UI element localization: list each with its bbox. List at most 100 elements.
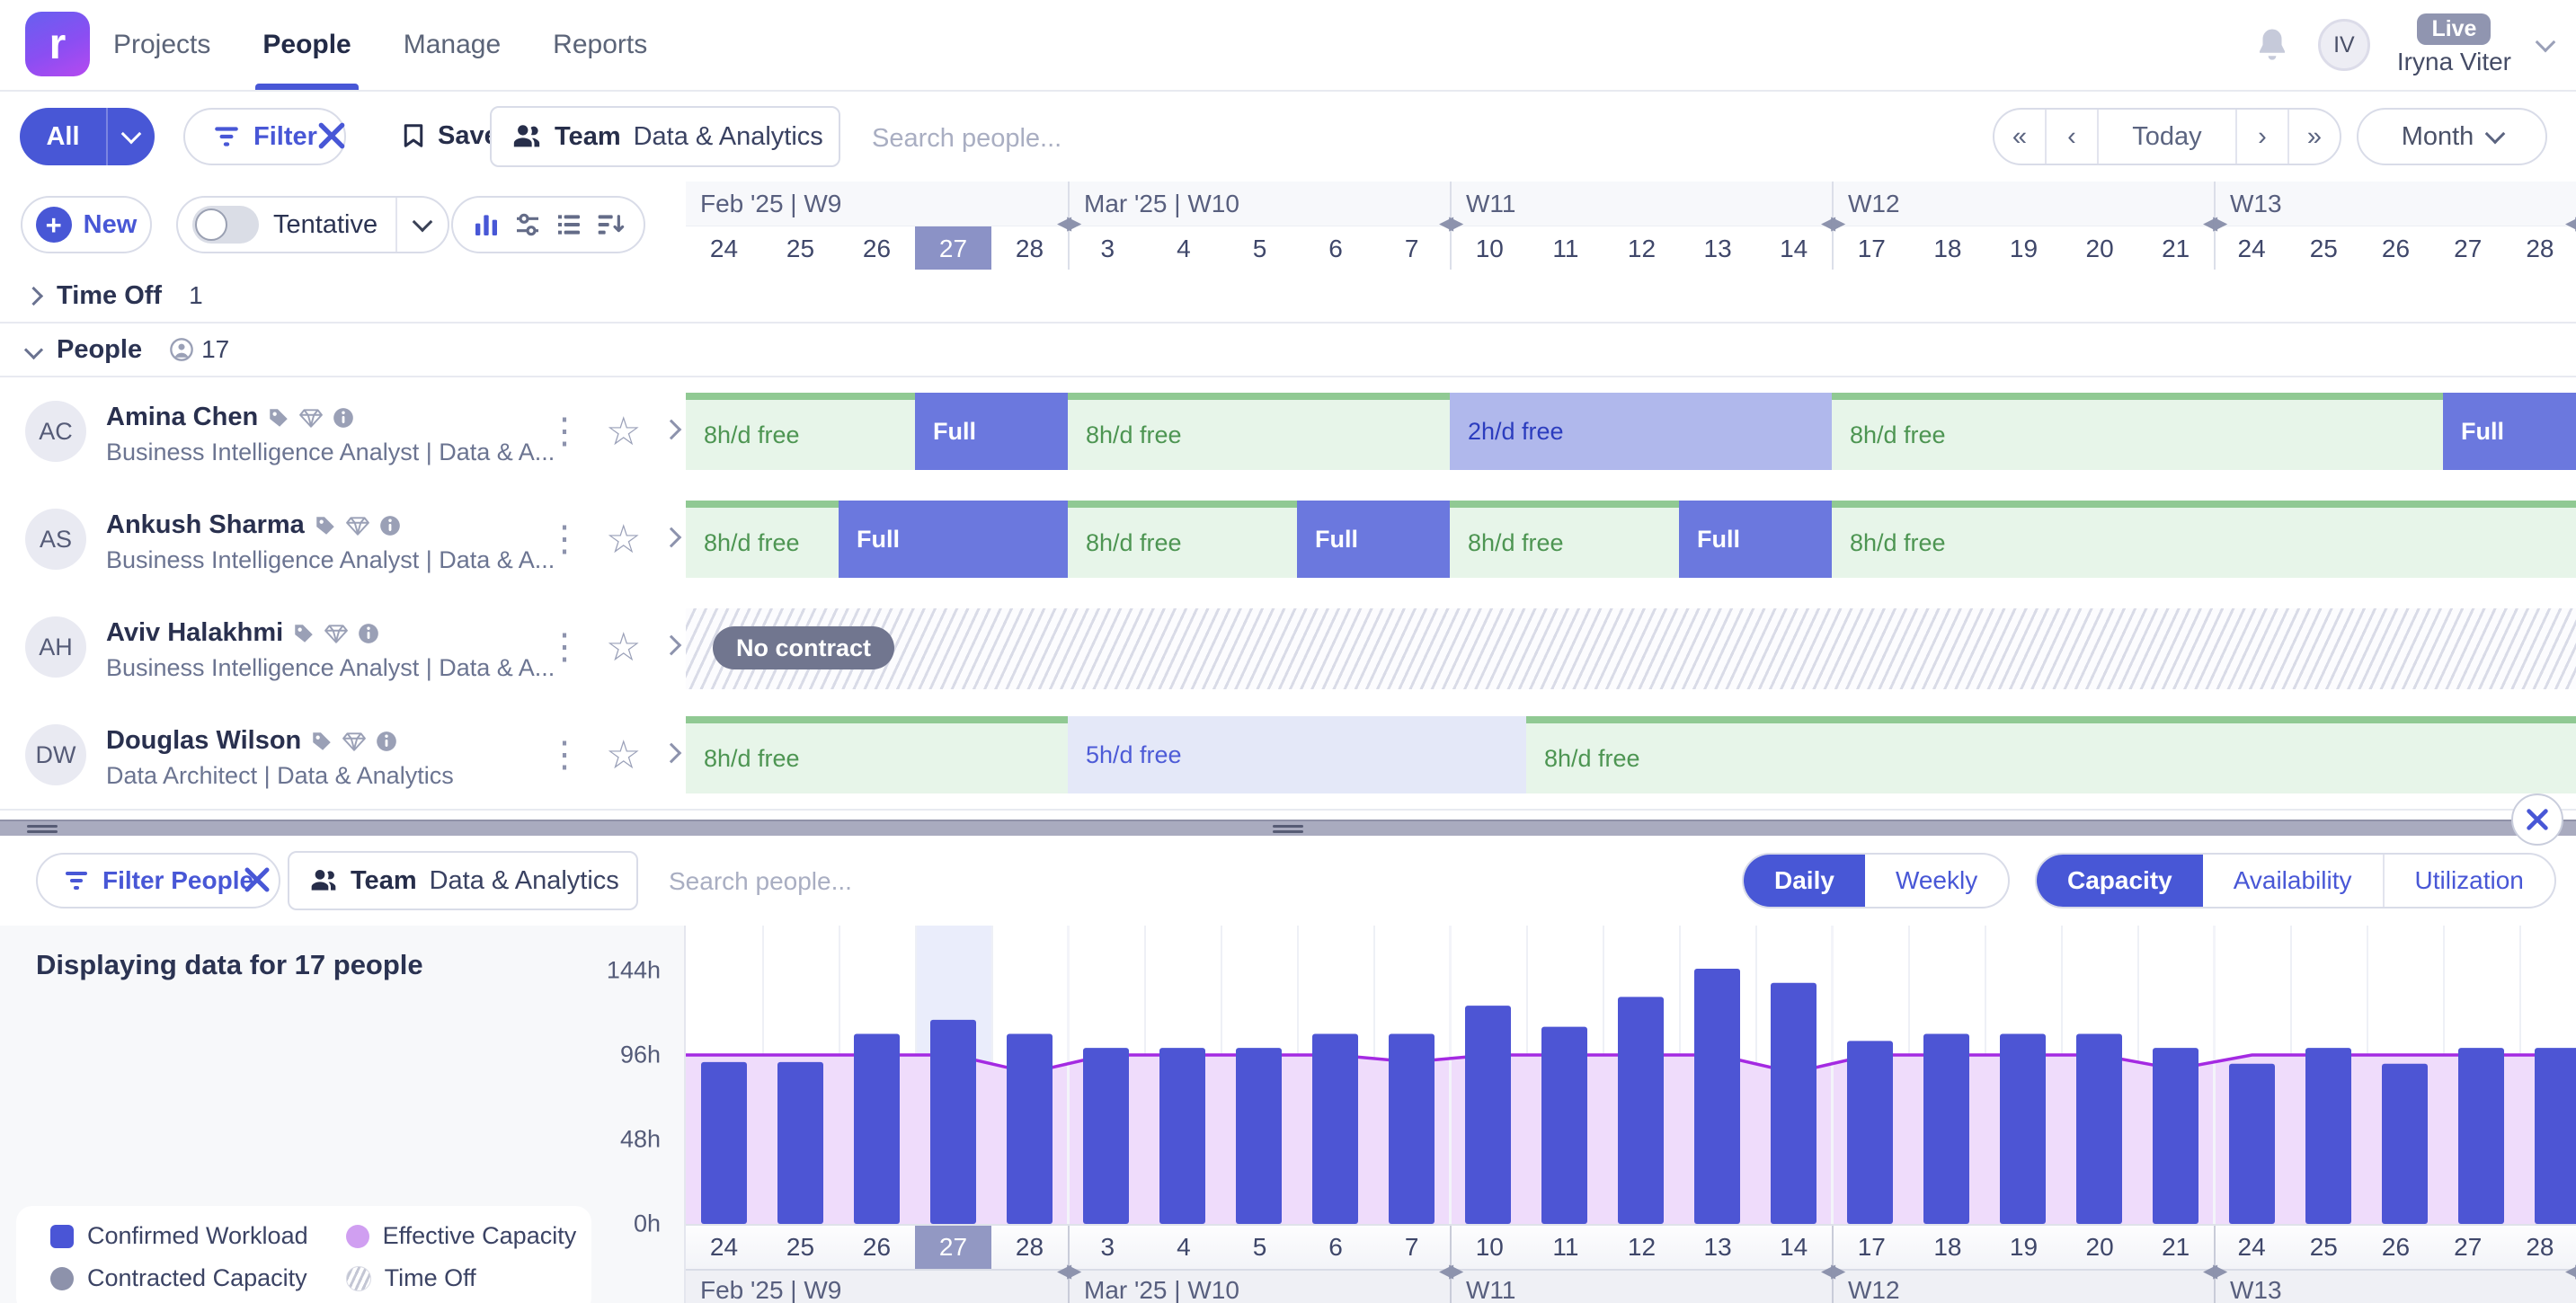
day-cell[interactable]: 4 [1146,226,1222,270]
team-filter-chip[interactable]: Team Data & Analytics [490,106,840,167]
kebab-menu-icon[interactable]: ⋮ [546,626,582,668]
day-cell[interactable]: 5 [1221,226,1298,270]
day-cell[interactable]: 17 [1834,226,1910,270]
clear-filter-icon[interactable] [316,120,347,151]
day-cell[interactable]: 20 [2062,1226,2138,1269]
workload-bar[interactable] [1312,1034,1358,1224]
workload-bar[interactable] [930,1020,976,1224]
workload-bar[interactable] [2535,1048,2576,1224]
star-icon[interactable]: ☆ [606,409,641,455]
workload-bar[interactable] [777,1062,823,1224]
day-cell[interactable]: 27 [915,226,991,270]
day-cell[interactable]: 24 [686,226,762,270]
availability-segment[interactable]: 8h/d free [1832,501,2576,578]
section-row-people[interactable]: People 17 [0,324,2576,377]
workload-bar[interactable] [1923,1034,1969,1224]
workload-bar[interactable] [1618,997,1664,1224]
nav-item-reports[interactable]: Reports [553,0,647,90]
fast-forward-button[interactable]: » [2289,110,2340,164]
availability-segment[interactable]: Full [1679,501,1832,578]
day-cell[interactable]: 27 [2432,226,2504,270]
person-name[interactable]: Aviv Halakhmi [106,618,283,648]
workload-bar[interactable] [1389,1034,1435,1224]
day-cell[interactable]: 12 [1603,1226,1680,1269]
day-cell[interactable]: 13 [1680,1226,1756,1269]
all-filter-button[interactable]: All [20,108,155,165]
workload-bar[interactable] [2305,1048,2351,1224]
kebab-menu-icon[interactable]: ⋮ [546,411,582,452]
search-input[interactable] [870,110,1260,167]
sliders-icon[interactable] [513,210,542,239]
star-icon[interactable]: ☆ [606,732,641,778]
week-resize-arrows-icon[interactable]: ◀▶ [1057,1260,1077,1282]
forward-button[interactable]: › [2237,110,2289,164]
week-resize-arrows-icon[interactable]: ◀▶ [2203,1260,2223,1282]
clear-filter-icon[interactable] [243,865,271,894]
day-cell[interactable]: 12 [1603,226,1680,270]
availability-segment[interactable]: 8h/d free [686,501,839,578]
user-profile[interactable]: Live Iryna Viter [2397,13,2511,76]
day-cell[interactable]: 11 [1528,226,1604,270]
day-cell[interactable]: 17 [1834,1226,1910,1269]
availability-segment[interactable]: 2h/d free [1450,393,1832,470]
search-input[interactable] [667,854,1057,909]
week-resize-arrows-icon[interactable]: ◀▶ [1439,1260,1459,1282]
chevron-down-icon[interactable] [397,221,448,229]
availability-segment[interactable]: Full [915,393,1068,470]
day-cell[interactable]: 24 [686,1226,762,1269]
day-cell[interactable]: 11 [1528,1226,1604,1269]
section-row-time-off[interactable]: Time Off 1 [0,270,2576,324]
day-cell[interactable]: 3 [1070,1226,1146,1269]
kebab-menu-icon[interactable]: ⋮ [546,519,582,560]
user-avatar[interactable]: IV [2318,19,2370,71]
week-resize-arrows-icon[interactable]: ◀▶ [1821,1260,1841,1282]
workload-bar[interactable] [2153,1048,2198,1224]
day-cell[interactable]: 19 [1985,226,2062,270]
availability-segment[interactable]: Full [839,501,1068,578]
day-cell[interactable]: 25 [762,226,839,270]
kebab-menu-icon[interactable]: ⋮ [546,734,582,776]
day-cell[interactable]: 18 [1910,226,1986,270]
day-cell[interactable]: 6 [1298,1226,1374,1269]
workload-bar[interactable] [1236,1048,1282,1224]
workload-bar[interactable] [854,1034,900,1224]
workload-bar[interactable] [2076,1034,2122,1224]
chevron-right-icon[interactable] [664,638,679,657]
availability-segment[interactable]: Full [1297,501,1450,578]
day-cell[interactable]: 10 [1452,226,1528,270]
list-view-icon[interactable] [555,210,583,239]
day-cell[interactable]: 25 [762,1226,839,1269]
availability-segment[interactable]: 8h/d free [1450,501,1679,578]
splitter-handle-icon[interactable] [27,825,58,833]
workload-bar[interactable] [1694,969,1740,1224]
day-cell[interactable]: 26 [2359,1226,2431,1269]
chevron-right-icon[interactable] [664,530,679,549]
day-cell[interactable]: 4 [1146,1226,1222,1269]
bell-icon[interactable] [2253,26,2291,64]
tab-availability[interactable]: Availability [2203,855,2385,907]
day-cell[interactable]: 27 [2432,1226,2504,1269]
day-cell[interactable]: 19 [1985,1226,2062,1269]
day-cell[interactable]: 27 [915,1226,991,1269]
workload-bar[interactable] [1771,983,1817,1224]
nav-item-projects[interactable]: Projects [113,0,210,90]
day-cell[interactable]: 6 [1298,226,1374,270]
person-name[interactable]: Amina Chen [106,403,258,432]
availability-segment[interactable]: 5h/d free [1068,716,1526,793]
workload-bar[interactable] [1847,1041,1893,1224]
today-button[interactable]: Today [2099,110,2237,164]
day-cell[interactable]: 25 [2287,226,2359,270]
availability-segment[interactable]: 8h/d free [1068,393,1450,470]
workload-bar[interactable] [2382,1064,2428,1224]
day-cell[interactable]: 24 [2216,1226,2287,1269]
week-resize-arrows-icon[interactable]: ◀▶ [2565,212,2576,235]
tab-capacity[interactable]: Capacity [2037,855,2203,907]
day-cell[interactable]: 26 [839,226,915,270]
day-cell[interactable]: 25 [2287,1226,2359,1269]
new-button[interactable]: + New [21,196,152,253]
availability-segment[interactable]: 8h/d free [1068,501,1297,578]
workload-bar[interactable] [1465,1006,1511,1224]
chevron-right-icon[interactable] [24,286,43,305]
day-cell[interactable]: 3 [1070,226,1146,270]
app-logo[interactable]: r [25,12,90,76]
